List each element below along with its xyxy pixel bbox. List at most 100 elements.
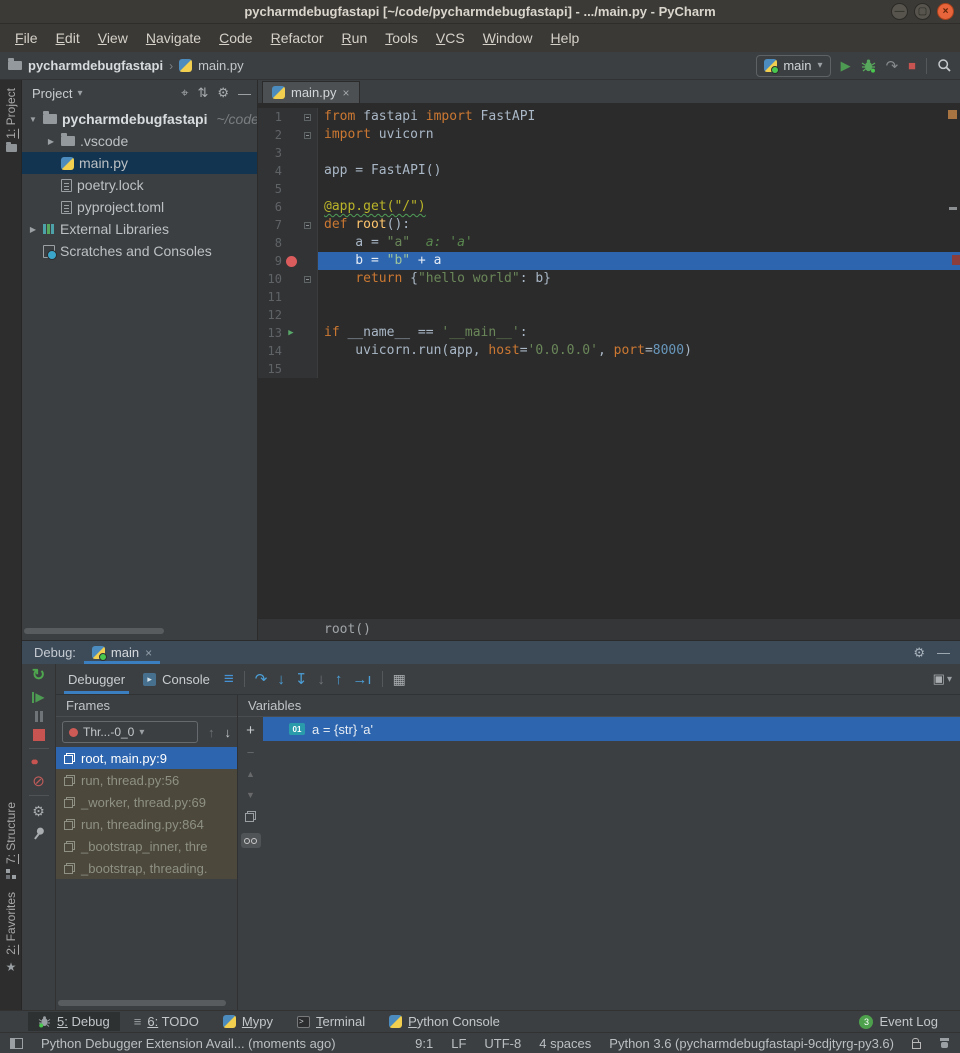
status-message[interactable]: Python Debugger Extension Avail... (mome… [41,1036,336,1051]
tree-item-main-py[interactable]: main.py [22,152,257,174]
gutter[interactable]: 6 [258,198,318,216]
run-with-coverage-button[interactable]: ↷ [886,57,899,75]
python-interpreter[interactable]: Python 3.6 (pycharmdebugfastapi-9cdjtyrg… [609,1036,894,1051]
menu-navigate[interactable]: Navigate [137,30,210,46]
event-log-button[interactable]: 3 Event Log [859,1014,938,1029]
menu-window[interactable]: Window [474,30,542,46]
tree-item-scratches-and-consoles[interactable]: Scratches and Consoles [22,240,257,262]
fold-square-icon[interactable] [304,276,311,283]
tree-item-pycharmdebugfastapi[interactable]: ▼pycharmdebugfastapi~/code/pycharmdebugf… [22,108,257,130]
gutter[interactable]: 8 [258,234,318,252]
fold-marker-icon[interactable] [300,114,314,121]
rerun-icon[interactable]: ↻ [32,669,45,683]
minimize-button[interactable]: — [891,3,908,20]
tool-button-structure[interactable]: 7: Structure [0,802,22,879]
pin-tab-icon[interactable] [29,824,47,842]
hide-panel-icon[interactable]: — [238,86,251,101]
gutter[interactable]: 10 [258,270,318,288]
show-watches-icon[interactable] [241,833,261,848]
debug-button[interactable] [861,58,876,73]
variable-row-a-str-a[interactable]: 01a = {str} 'a' [263,717,960,741]
pause-icon[interactable] [35,711,43,722]
move-up-icon[interactable]: ▲ [246,769,255,779]
close-session-icon[interactable]: × [145,646,152,660]
fold-marker-icon[interactable] [300,222,314,229]
gutter[interactable]: 5 [258,180,318,198]
debug-session-tab[interactable]: main × [84,641,160,664]
tool-button-terminal[interactable]: >Terminal [287,1012,375,1031]
line-separator[interactable]: LF [451,1036,466,1051]
force-step-into-icon[interactable]: ↧ [295,670,308,688]
run-to-cursor-icon[interactable]: →ı [352,671,371,688]
step-out-icon[interactable]: ↑ [335,671,343,688]
chevron-expanded-icon[interactable]: ▼ [28,115,38,124]
gear-icon[interactable]: ⚙ [913,645,925,661]
smart-step-into-icon[interactable]: ↓ [317,671,325,688]
frame-row-bootstrap-inner-thre[interactable]: _bootstrap_inner, thre [56,835,237,857]
collapse-all-icon[interactable]: ⇅ [197,85,208,101]
tree-item-poetry-lock[interactable]: poetry.lock [22,174,257,196]
project-horizontal-scrollbar[interactable] [24,628,164,634]
chevron-down-icon[interactable]: ▾ [77,88,82,99]
breakpoint-dot-icon[interactable] [286,256,297,267]
menu-code[interactable]: Code [210,30,261,46]
view-breakpoints-icon[interactable]: ●● [31,756,47,768]
frames-horizontal-scrollbar[interactable] [58,1000,226,1006]
tool-button-favorites[interactable]: 2: Favorites ★ [0,892,22,974]
menu-view[interactable]: View [89,30,137,46]
breadcrumb-file[interactable]: main.py [198,58,244,73]
tool-button-mypy[interactable]: Mypy [213,1012,283,1031]
code-area[interactable]: 1from fastapi import FastAPI2import uvic… [258,104,960,618]
project-panel-title[interactable]: Project [32,86,72,101]
search-everywhere-icon[interactable] [937,58,952,73]
stop-button[interactable]: ■ [908,58,916,73]
tab-console[interactable]: ▸ Console [139,664,214,694]
locate-icon[interactable]: ⌖ [181,85,188,101]
indent-setting[interactable]: 4 spaces [539,1036,591,1051]
lock-icon[interactable] [912,1042,921,1049]
tool-button-python-console[interactable]: Python Console [379,1012,510,1031]
frame-row-root-main-py-9[interactable]: root, main.py:9 [56,747,237,769]
frame-row-worker-thread-py-69[interactable]: _worker, thread.py:69 [56,791,237,813]
fold-square-icon[interactable] [304,222,311,229]
menu-file[interactable]: File [6,30,47,46]
gutter[interactable]: 9 [258,252,318,270]
breadcrumb-function[interactable]: root() [324,622,371,637]
breakpoint-icon[interactable] [282,256,300,267]
tool-button-project[interactable]: 1: Project [0,88,22,152]
step-over-icon[interactable]: ↷ [255,670,268,688]
gutter[interactable]: 7 [258,216,318,234]
fold-square-icon[interactable] [304,114,311,121]
caret-position[interactable]: 9:1 [415,1036,433,1051]
menu-help[interactable]: Help [542,30,589,46]
previous-frame-icon[interactable]: ↑ [208,725,215,740]
add-watch-icon[interactable]: + [246,725,255,737]
file-encoding[interactable]: UTF-8 [484,1036,521,1051]
run-button[interactable]: ▶ [841,58,851,74]
mute-breakpoints-icon[interactable]: ⊘ [32,775,45,788]
fold-marker-icon[interactable] [300,132,314,139]
hide-panel-icon[interactable]: — [937,645,950,661]
breadcrumb-project[interactable]: pycharmdebugfastapi [28,58,163,73]
tab-debugger[interactable]: Debugger [64,664,129,694]
close-tab-icon[interactable]: × [343,86,350,100]
run-configuration-select[interactable]: main ▾ [756,55,830,77]
editor-tab-main-py[interactable]: main.py × [262,81,360,103]
remove-watch-icon[interactable]: − [247,748,255,758]
gutter[interactable]: 2 [258,126,318,144]
resume-program-icon[interactable]: ▶ [32,690,44,704]
frame-row-run-thread-py-56[interactable]: run, thread.py:56 [56,769,237,791]
debug-settings-gear-icon[interactable]: ⚙ [32,803,45,820]
close-button[interactable]: × [937,3,954,20]
menu-refactor[interactable]: Refactor [262,30,333,46]
fold-marker-icon[interactable] [300,276,314,283]
frame-row-bootstrap-threading[interactable]: _bootstrap, threading. [56,857,237,879]
run-gutter-icon[interactable]: ▶ [282,324,300,342]
tool-button-5-debug[interactable]: 5: Debug [28,1012,120,1031]
tool-button-6-todo[interactable]: ≡6: TODO [124,1012,209,1031]
evaluate-expression-icon[interactable]: ▦ [393,671,406,688]
tool-window-toggle-icon[interactable] [10,1038,23,1049]
gutter[interactable]: 15 [258,360,318,378]
menu-tools[interactable]: Tools [376,30,427,46]
gutter[interactable]: 12 [258,306,318,324]
